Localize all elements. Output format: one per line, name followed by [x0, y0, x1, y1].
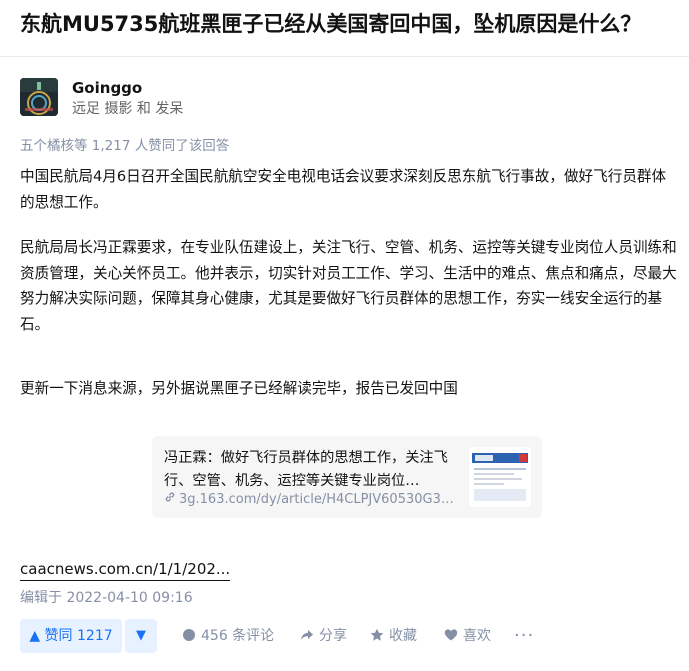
like-label: 喜欢 — [463, 628, 491, 644]
vote-up-button[interactable]: ▲ 赞同 1217 — [20, 619, 122, 653]
voters-summary[interactable]: 五个橘核等 1,217 人赞同了该回答 — [20, 136, 229, 156]
link-icon — [165, 492, 175, 502]
link-card[interactable]: 冯正霖：做好飞行员群体的思想工作，关注飞行、空管、机务、运控等关键专业岗位… 3… — [152, 436, 542, 518]
comment-label: 456 条评论 — [201, 628, 275, 644]
heart-icon — [444, 629, 458, 641]
author-name[interactable]: Goinggo — [72, 78, 142, 98]
question-title[interactable]: 东航MU5735航班黑匣子已经从美国寄回中国，坠机原因是什么？ — [20, 8, 680, 40]
link-card-url-text: 3g.163.com/dy/article/H4CLPJV60530G3… — [179, 492, 454, 507]
like-button[interactable]: 喜欢 — [444, 619, 491, 653]
source-link[interactable]: caacnews.com.cn/1/1/202... — [20, 558, 231, 581]
avatar-image — [20, 78, 58, 116]
link-card-title: 冯正霖：做好飞行员群体的思想工作，关注飞行、空管、机务、运控等关键专业岗位… — [164, 450, 448, 489]
link-card-url: 3g.163.com/dy/article/H4CLPJV60530G3… — [164, 491, 454, 509]
author-bio: 远足 摄影 和 发呆 — [72, 101, 184, 117]
answer-paragraph: 中国民航局4月6日召开全国民航航空安全电视电话会议要求深刻反思东航飞行事故，做好… — [20, 168, 667, 211]
more-options-button[interactable]: ··· — [514, 619, 534, 653]
edit-timestamp[interactable]: 编辑于 2022-04-10 09:16 — [20, 588, 193, 608]
comment-button[interactable]: 456 条评论 — [182, 619, 274, 653]
answer-paragraph: 更新一下消息来源，另外据说黑匣子已经解读完毕，报告已发回中国 — [20, 380, 458, 397]
answer-paragraph: 民航局局长冯正霖要求，在专业队伍建设上，关注飞行、空管、机务、运控等关键专业岗位… — [20, 239, 677, 333]
comment-icon — [183, 629, 195, 641]
vote-down-button[interactable]: ▼ — [125, 619, 157, 653]
share-icon — [301, 630, 313, 640]
header-divider — [0, 56, 689, 57]
share-label: 分享 — [319, 628, 347, 644]
favorite-button[interactable]: 收藏 — [370, 619, 417, 653]
star-icon — [370, 628, 384, 641]
share-button[interactable]: 分享 — [300, 619, 347, 653]
link-card-thumbnail — [469, 447, 531, 507]
favorite-label: 收藏 — [389, 628, 417, 644]
avatar[interactable] — [20, 78, 58, 116]
